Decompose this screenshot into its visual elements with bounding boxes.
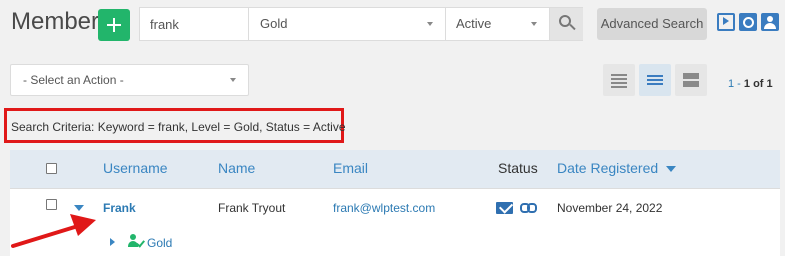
level-select[interactable]: Gold: [250, 8, 446, 40]
keyword-input[interactable]: [140, 8, 249, 40]
column-date-registered-label: Date Registered: [557, 160, 659, 176]
membership-level[interactable]: Gold: [147, 236, 172, 250]
list-compact-view-button[interactable]: [603, 64, 635, 96]
search-bar: Gold Active: [139, 7, 583, 41]
user-check-icon: [128, 234, 145, 248]
table-row: Frank Frank Tryout frank@wlptest.com Nov…: [10, 188, 780, 256]
page-title: Members: [11, 8, 112, 35]
members-table: Username Name Email Status Date Register…: [10, 150, 780, 256]
chevron-down-icon: [427, 22, 433, 26]
action-select-value: - Select an Action -: [23, 73, 124, 87]
video-icon[interactable]: [717, 13, 735, 31]
email-link[interactable]: frank@wlptest.com: [333, 201, 435, 215]
column-name[interactable]: Name: [218, 160, 255, 176]
column-date-registered[interactable]: Date Registered: [557, 160, 677, 176]
link-icon[interactable]: [520, 203, 538, 213]
pagination-total: 1: [766, 78, 773, 90]
chevron-down-icon: [230, 78, 236, 82]
search-icon-handle: [569, 23, 576, 31]
list-view-button[interactable]: [639, 64, 671, 96]
username-link[interactable]: Frank: [103, 201, 136, 215]
row-checkbox[interactable]: [46, 199, 57, 210]
action-select[interactable]: - Select an Action -: [10, 64, 249, 96]
column-email[interactable]: Email: [333, 160, 368, 176]
status-select-value: Active: [456, 16, 492, 31]
pagination-of: of: [750, 78, 767, 90]
expand-level-caret-icon[interactable]: [110, 238, 115, 246]
user-icon[interactable]: [761, 13, 779, 31]
level-select-value: Gold: [260, 16, 288, 31]
member-name: Frank Tryout: [218, 201, 286, 215]
table-header: Username Name Email Status Date Register…: [10, 150, 780, 188]
grid-view-button[interactable]: [675, 64, 707, 96]
search-criteria: Search Criteria: Keyword = frank, Level …: [11, 120, 346, 134]
column-username[interactable]: Username: [103, 160, 168, 176]
search-button[interactable]: [550, 8, 583, 40]
document-search-icon[interactable]: [739, 13, 757, 31]
sort-desc-icon: [666, 166, 677, 173]
chevron-down-icon: [531, 22, 537, 26]
mail-icon[interactable]: [496, 202, 513, 214]
advanced-search-button[interactable]: Advanced Search: [597, 8, 707, 40]
status-select[interactable]: Active: [446, 8, 550, 40]
date-registered: November 24, 2022: [557, 201, 663, 215]
column-status: Status: [498, 160, 538, 176]
select-all-checkbox[interactable]: [46, 163, 57, 174]
pagination-info: 1 - 1 of 1: [728, 78, 773, 90]
expand-caret-icon[interactable]: [74, 205, 84, 211]
add-member-button[interactable]: [98, 9, 130, 41]
pagination-dash: -: [734, 78, 744, 90]
